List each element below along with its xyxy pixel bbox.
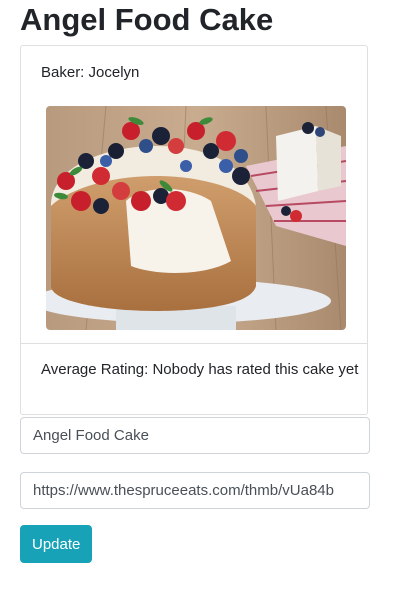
cake-card: Baker: Jocelyn Average Rating: Nobody ha… <box>20 45 368 415</box>
card-divider <box>21 343 367 344</box>
image-url-input[interactable] <box>20 472 370 509</box>
cake-name-input[interactable] <box>20 417 370 454</box>
baker-label: Baker: Jocelyn <box>41 64 140 81</box>
card-body: Baker: Jocelyn <box>21 46 367 344</box>
cake-image <box>46 106 346 330</box>
page-title: Angel Food Cake <box>20 2 274 37</box>
update-button[interactable]: Update <box>20 525 93 563</box>
average-rating: Average Rating: Nobody has rated this ca… <box>41 361 359 378</box>
